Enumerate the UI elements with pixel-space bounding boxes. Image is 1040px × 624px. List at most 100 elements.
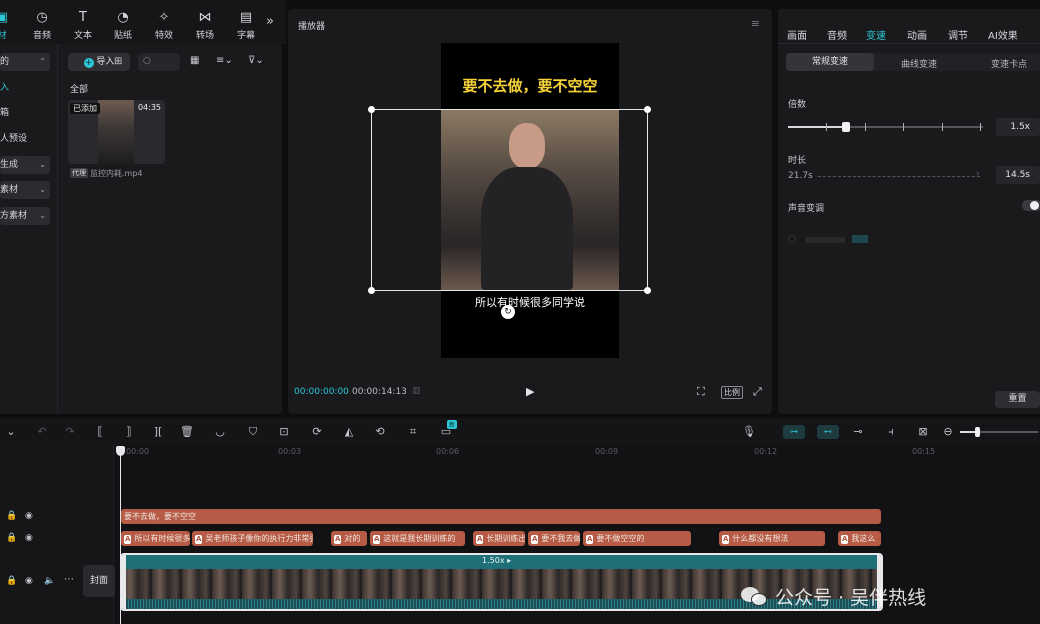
play-icon[interactable]: ▶ [526,385,534,398]
cover-label: 封面 [89,576,108,586]
speed-slider[interactable] [788,122,983,132]
layout-icon[interactable]: ▦ [190,55,199,66]
toolbar-tab-captions[interactable]: ▤ 字幕 [226,10,266,41]
reverse-icon[interactable]: ⟳ [310,424,324,440]
more-icon[interactable]: ⋯ [64,574,74,585]
resize-handle-br[interactable] [644,287,651,294]
sidebar-item-mine[interactable]: 的 ⌃ [0,53,50,71]
crop-icon[interactable]: ⌗ [406,424,420,440]
split-icon[interactable]: ⟦ [93,424,107,440]
zoom-out-icon[interactable]: ⊖ [941,424,955,440]
duration-value-field[interactable]: 14.5s [996,166,1040,184]
tab-audio[interactable]: 音频 [827,27,847,42]
split-left-icon[interactable]: ⟧ [122,424,136,440]
fullscreen-preview-icon[interactable]: ⛶ [697,385,705,399]
shield-icon[interactable]: ⛉ [246,424,260,440]
sort-icon[interactable]: ≡⌄ [216,55,233,66]
rotate-clip-icon[interactable]: ⟲ [373,424,387,440]
cover-button[interactable]: 封面 [83,565,115,597]
subtitle-clip[interactable]: A 什么都没有想法 [719,531,825,546]
eye-icon[interactable]: ◉ [25,576,33,586]
volume-icon[interactable]: 🔈 [44,576,55,586]
redo-icon[interactable]: ↷ [63,424,77,440]
speed-badge: 1.50x ▸ [482,556,512,565]
subtitle-clip[interactable]: A 要不我去做 [528,531,580,546]
speed-slider-handle[interactable] [842,122,850,132]
zoom-slider-handle[interactable] [975,427,980,437]
toolbar-tab-audio[interactable]: ◷ 音频 [22,10,62,41]
clip-trim-handle-left[interactable] [122,555,126,609]
microphone-icon[interactable]: 🎙 [742,424,756,440]
playhead-handle[interactable] [116,446,125,456]
sidebar-item-official[interactable]: 方素材 ⌄ [0,207,50,225]
title-clip[interactable]: 要不去做，要不空空 [121,509,881,524]
toolbar-tab-transition[interactable]: ⋈ 转场 [185,10,225,41]
link-icon[interactable]: ⊸ [851,424,865,440]
tab-picture[interactable]: 画面 [787,27,807,42]
mirror-icon[interactable]: ◭ [342,424,356,440]
waveform-toggle-icon[interactable]: ▥ [412,386,421,396]
sidebar-item-presets[interactable]: 人预设 [0,130,50,148]
tab-speed[interactable]: 变速 [866,27,886,42]
toolbar-tab-effects[interactable]: ✧ 特效 [144,10,184,41]
reset-button[interactable]: 重置 [995,391,1040,408]
subtitle-clip[interactable]: A 我这么 [838,531,881,546]
lock-icon[interactable]: 🔒 [6,511,17,521]
subtitle-clip[interactable]: A 吴老师孩子像你的执行力非常强 [192,531,313,546]
sidebar-item-import[interactable]: 入 [0,79,50,97]
sidebar-item-generate[interactable]: 生成 ⌄ [0,156,50,174]
subtitle-clip-text: 要不做空空的 [596,534,645,543]
subtitle-clip[interactable]: A 这就是我长期训练的 [370,531,465,546]
lock-icon[interactable]: 🔒 [6,533,17,543]
media-item[interactable]: 已添加 04:35 [68,100,165,164]
sidebar-item-assets[interactable]: 素材 ⌄ [0,181,50,199]
marker-icon[interactable]: ◡ [213,424,227,440]
tab-adjust[interactable]: 调节 [948,27,968,42]
pitch-toggle[interactable] [1022,200,1040,211]
filter-icon[interactable]: ⊽⌄ [248,55,264,66]
auto-snap-button[interactable]: ⊷ [817,425,839,439]
speed-subtabs: 常规变速 曲线变速 变速卡点 [786,53,1040,71]
toolbar-tab-text[interactable]: T 文本 [63,10,103,41]
ratio-button[interactable]: 比例 [721,386,743,399]
resize-handle-tr[interactable] [644,106,651,113]
subtitle-clip[interactable]: A 所以有时候很多 [121,531,190,546]
selection-box[interactable] [368,106,651,294]
subtab-curve-speed[interactable]: 曲线变速 [901,57,937,70]
proxy-tag: 代理 [70,168,88,178]
subtitle-clip[interactable]: A 要不做空空的 [583,531,691,546]
player-menu-icon[interactable]: ≡ [751,17,760,30]
subtitle-clip-text: 这就是我长期训练的 [383,534,456,543]
screenshot-icon[interactable]: ⊠ [916,424,930,440]
speed-value-field[interactable]: 1.5x [996,118,1040,136]
eye-icon[interactable]: ◉ [25,533,33,543]
zoom-slider[interactable] [960,427,1038,437]
resize-handle-bl[interactable] [368,287,375,294]
eye-icon[interactable]: ◉ [25,511,33,521]
preview-axis-icon[interactable]: ⫞ [884,424,898,440]
subtitle-clip[interactable]: A 对的 [331,531,367,546]
resize-handle-tl[interactable] [368,106,375,113]
chevron-down-icon[interactable]: ⌄ [4,424,18,440]
main-track-magnet-button[interactable]: ⊶ [783,425,805,439]
rotate-icon[interactable]: ↻ [501,305,515,319]
sidebar-item-box[interactable]: 箱 [0,104,50,122]
subtab-beat-speed[interactable]: 变速卡点 [991,57,1027,70]
tab-ai-effects[interactable]: AI效果 [988,27,1018,42]
freeze-icon[interactable]: ⊡ [277,424,291,440]
split-right-icon[interactable]: ][ [151,424,165,440]
toolbar-more-icon[interactable]: » [266,14,274,29]
plus-icon: + [83,58,94,68]
toolbar-tab-media[interactable]: ▣ 材 [0,10,22,41]
delete-icon[interactable]: 🗑 [180,424,194,440]
expand-icon[interactable]: ⤢ [753,385,762,399]
subtab-normal-speed[interactable]: 常规变速 [786,53,874,71]
subtitle-clip[interactable]: A 长期训练出 [473,531,525,546]
lock-icon[interactable]: 🔒 [6,576,17,586]
media-duration: 04:35 [137,103,161,112]
search-input[interactable]: ○ [138,53,180,71]
tab-animation[interactable]: 动画 [907,27,927,42]
undo-icon[interactable]: ↶ [35,424,49,440]
grid-view-icon[interactable]: ⊞ [114,56,122,67]
toolbar-tab-sticker[interactable]: ◔ 贴纸 [103,10,143,41]
